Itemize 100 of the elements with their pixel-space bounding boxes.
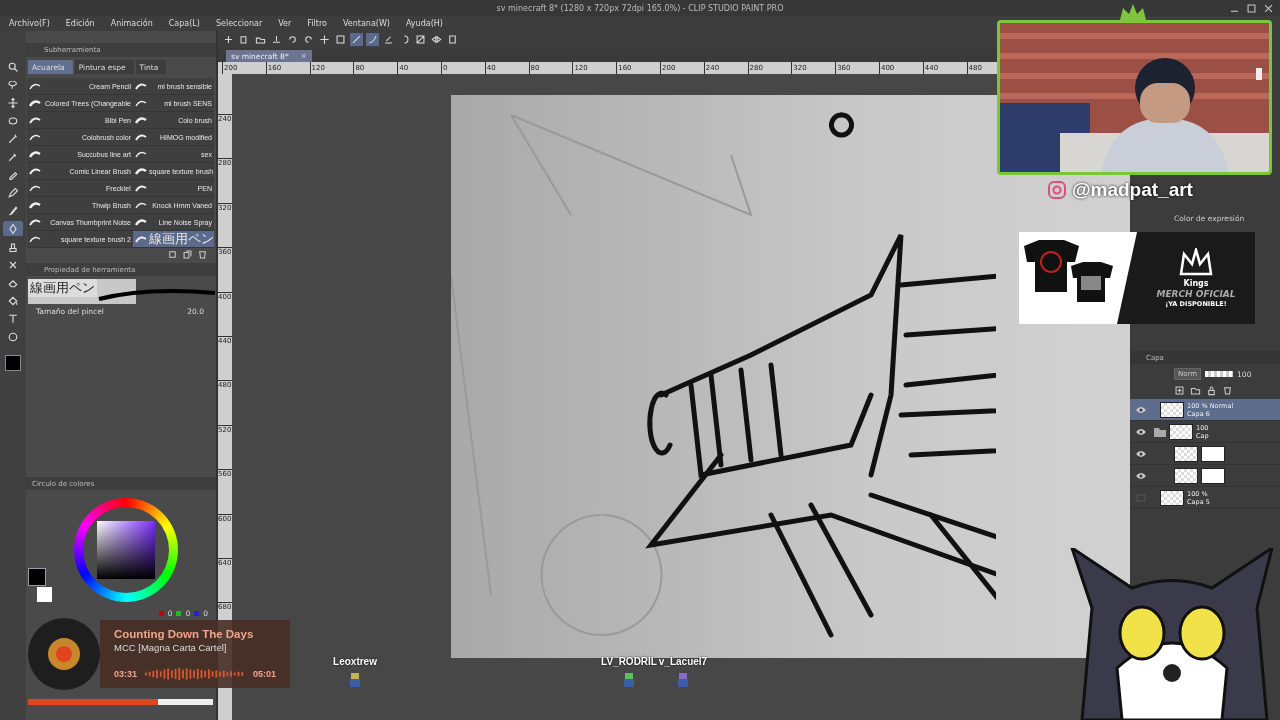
- banner-title: MERCH OFICIAL: [1156, 289, 1236, 299]
- layer-row[interactable]: [1130, 465, 1280, 487]
- brush-stroke-icon: [135, 218, 147, 226]
- brush-stroke-icon: [135, 150, 147, 158]
- menu-item[interactable]: Ayuda(H): [405, 19, 443, 28]
- brush-label: 線画用ペン: [28, 279, 97, 297]
- channel-swatch-icon: [176, 611, 182, 616]
- toolbar-button[interactable]: [350, 33, 363, 46]
- layer-thumbnail: [1160, 401, 1184, 418]
- instagram-icon: [1048, 181, 1066, 199]
- pixel-avatar-icon: [623, 673, 635, 687]
- brush-stroke-icon: [135, 167, 147, 175]
- color-swatch[interactable]: [37, 587, 52, 602]
- menu-item[interactable]: Animación: [110, 19, 153, 28]
- brush-item[interactable]: 線画用ペン: [133, 231, 214, 248]
- color-swatch[interactable]: [5, 355, 21, 371]
- toolbar-button[interactable]: [286, 33, 299, 46]
- total-time: 05:01: [253, 668, 277, 679]
- delete-icon[interactable]: [197, 249, 208, 260]
- toolbar-button[interactable]: [414, 33, 427, 46]
- layer-thumbnail: [1169, 423, 1193, 440]
- toolbar-button[interactable]: [446, 33, 459, 46]
- eye-icon[interactable]: [1136, 471, 1146, 480]
- pencil-icon[interactable]: [7, 186, 19, 199]
- fill-icon[interactable]: [7, 294, 19, 307]
- elapsed-time: 03:31: [114, 668, 138, 679]
- menu-item[interactable]: Capa(L): [168, 19, 200, 28]
- tool-icon: [447, 34, 458, 45]
- eye-icon[interactable]: [1136, 405, 1146, 414]
- tool-icon: [271, 34, 282, 45]
- menu-item[interactable]: Edición: [65, 19, 95, 28]
- window-title: sv minecraft 8* (1280 x 720px 72dpi 165.0%) - CLIP STUDIO PAINT PRO: [496, 3, 784, 13]
- shape-icon[interactable]: [7, 330, 19, 343]
- lasso-icon[interactable]: [7, 114, 19, 127]
- text-icon[interactable]: [7, 312, 19, 325]
- brush-stroke-icon: [135, 99, 147, 107]
- tool-icon: [383, 34, 394, 45]
- layer-thumbnail: [1174, 467, 1198, 484]
- copy-icon[interactable]: [182, 249, 193, 260]
- tool-button[interactable]: [3, 221, 23, 236]
- brush-stroke-icon: [29, 116, 41, 124]
- channel-swatch-icon: [194, 611, 200, 616]
- maximize-icon[interactable]: [1246, 3, 1257, 14]
- viewer-name: LV_RODRIL: [601, 656, 657, 667]
- pixel-avatar-icon: [349, 673, 361, 687]
- menu-item[interactable]: Ver: [278, 19, 292, 28]
- new-layer-icon[interactable]: [1174, 385, 1185, 396]
- brand-name: Kings: [1183, 279, 1209, 288]
- color-swatch[interactable]: [28, 568, 46, 586]
- menu-item[interactable]: Ventana(W): [342, 19, 390, 28]
- brush-stroke-icon: [97, 287, 217, 301]
- tool-icon: [335, 34, 346, 45]
- mask-thumbnail: [1201, 445, 1225, 462]
- toolbar-button[interactable]: [334, 33, 347, 46]
- brush-icon[interactable]: [7, 204, 19, 217]
- menu-item[interactable]: Archivo(F): [9, 19, 50, 28]
- lasso-icon[interactable]: [7, 78, 19, 91]
- vinyl-record-icon: [28, 618, 100, 690]
- brush-stroke-icon: [135, 82, 147, 90]
- tool-icon: [351, 34, 362, 45]
- brush-stroke-icon: [29, 82, 41, 90]
- brush-stroke-icon: [29, 235, 41, 243]
- pixel-avatar-icon: [677, 673, 689, 687]
- toolbar-button[interactable]: [318, 33, 331, 46]
- crown-logo-icon: [1178, 248, 1214, 278]
- toolbar-button[interactable]: [270, 33, 283, 46]
- tool-icon: [255, 34, 266, 45]
- opacity-slider[interactable]: [1205, 371, 1234, 377]
- toolbar-button[interactable]: [430, 33, 443, 46]
- tool-icon: [303, 34, 314, 45]
- pen-nib-icon[interactable]: [7, 222, 19, 235]
- toolbar-button[interactable]: [222, 33, 235, 46]
- layer-thumbnail: [1160, 489, 1184, 506]
- tool-icon: [239, 34, 250, 45]
- lock-icon[interactable]: [1206, 385, 1217, 396]
- brush-stroke-icon: [135, 116, 147, 124]
- brush-stroke-icon: [29, 218, 41, 226]
- search-icon[interactable]: [7, 60, 19, 73]
- eye-icon[interactable]: [1136, 449, 1146, 458]
- brush-stroke-icon: [135, 133, 147, 141]
- brush-stroke-icon: [135, 235, 147, 243]
- folder-icon[interactable]: [1190, 385, 1201, 396]
- viewer-name: v_Lacuel7: [658, 656, 708, 667]
- tool-icon: [287, 34, 298, 45]
- viewer-name: Leoxtrew: [333, 656, 377, 667]
- channel-swatch-icon: [158, 611, 164, 616]
- menu-item[interactable]: Filtro: [307, 19, 327, 28]
- menu-item[interactable]: Seleccionar: [215, 19, 263, 28]
- brush-stroke-icon: [135, 201, 147, 209]
- brush-stroke-icon: [29, 150, 41, 158]
- move-icon[interactable]: [7, 96, 19, 109]
- close-icon[interactable]: [1263, 3, 1274, 14]
- eye-icon[interactable]: [1136, 427, 1146, 436]
- tool-icon: [367, 34, 378, 45]
- tool-icon: [223, 34, 234, 45]
- toolbar-button[interactable]: [302, 33, 315, 46]
- layer-row[interactable]: [1130, 443, 1280, 465]
- layer-thumbnail: [1174, 445, 1198, 462]
- tool-icon: [319, 34, 330, 45]
- delete-icon[interactable]: [1222, 385, 1233, 396]
